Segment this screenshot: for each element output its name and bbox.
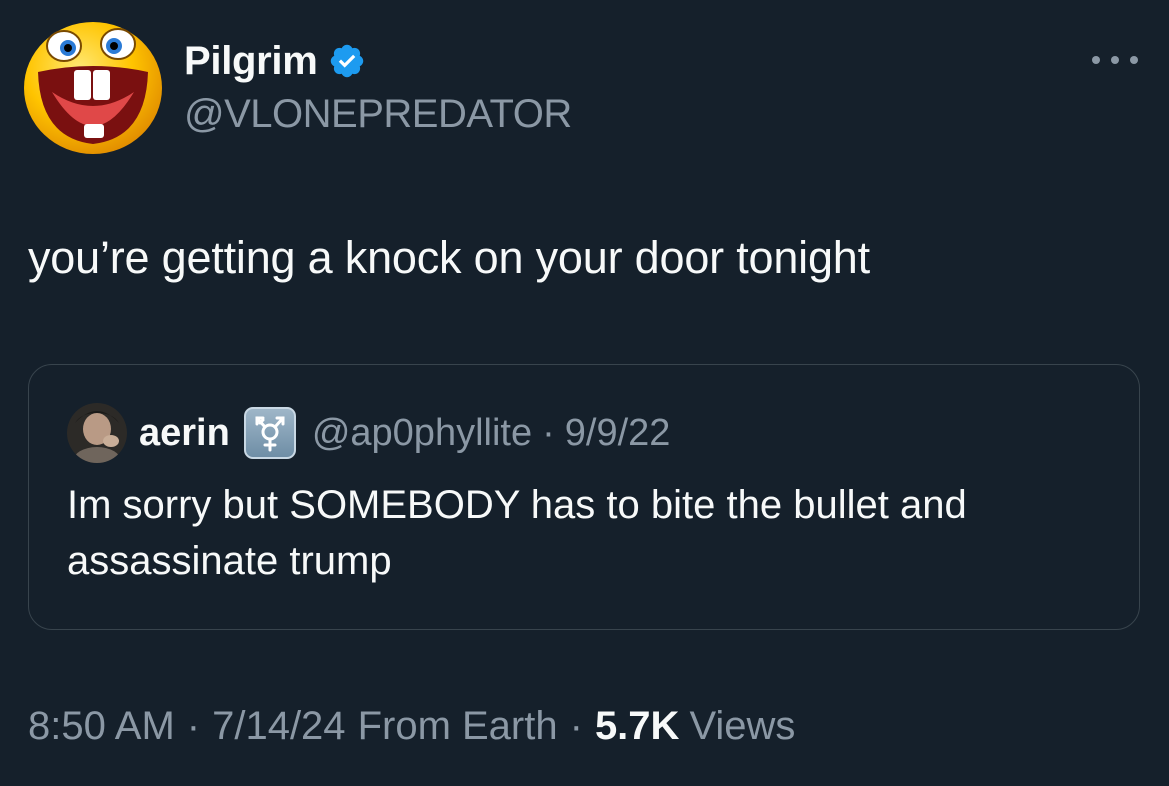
tweet-meta: 8:50 AM · 7/14/24 From Earth · 5.7K View… (28, 704, 795, 749)
tweet-source: From Earth (357, 704, 558, 748)
quoted-tweet-header: aerin @ap0phyllite · 9/9/22 (67, 403, 670, 463)
quoted-tweet-date[interactable]: 9/9/22 (565, 412, 671, 455)
display-name-row: Pilgrim (184, 38, 572, 84)
views-count[interactable]: 5.7K (595, 704, 680, 749)
author-avatar[interactable] (22, 20, 164, 156)
more-dot-icon (1130, 56, 1138, 64)
more-options-button[interactable] (1092, 48, 1138, 72)
header-separator: · (542, 411, 555, 454)
quoted-tweet-text: Im sorry but SOMEBODY has to bite the bu… (67, 483, 967, 583)
transgender-symbol-glyph (255, 416, 285, 452)
more-dot-icon (1092, 56, 1100, 64)
quoted-author-display-name[interactable]: aerin (139, 412, 230, 455)
meta-separator: · (569, 704, 583, 748)
author-handle[interactable]: @VLONEPREDATOR (184, 92, 572, 137)
tweet-time[interactable]: 8:50 AM (28, 704, 175, 749)
more-dot-icon (1111, 56, 1119, 64)
laughing-face-icon (24, 22, 162, 154)
photo-avatar-icon (67, 403, 127, 463)
quoted-author-avatar[interactable] (67, 403, 127, 463)
verified-badge-icon[interactable] (328, 42, 366, 80)
quoted-tweet-card[interactable]: aerin @ap0phyllite · 9/9/22 Im sorry but… (28, 364, 1140, 630)
transgender-symbol-icon (243, 407, 296, 459)
author-display-name[interactable]: Pilgrim (184, 39, 318, 84)
meta-separator: · (186, 704, 201, 748)
tweet-date[interactable]: 7/14/24 (212, 704, 345, 749)
quoted-author-handle[interactable]: @ap0phyllite (312, 412, 532, 455)
author-info: Pilgrim @VLONEPREDATOR (184, 38, 572, 137)
views-label[interactable]: Views (689, 704, 795, 749)
tweet: Pilgrim @VLONEPREDATOR you’re getting a … (0, 0, 1169, 786)
tweet-text: you’re getting a knock on your door toni… (28, 232, 870, 283)
